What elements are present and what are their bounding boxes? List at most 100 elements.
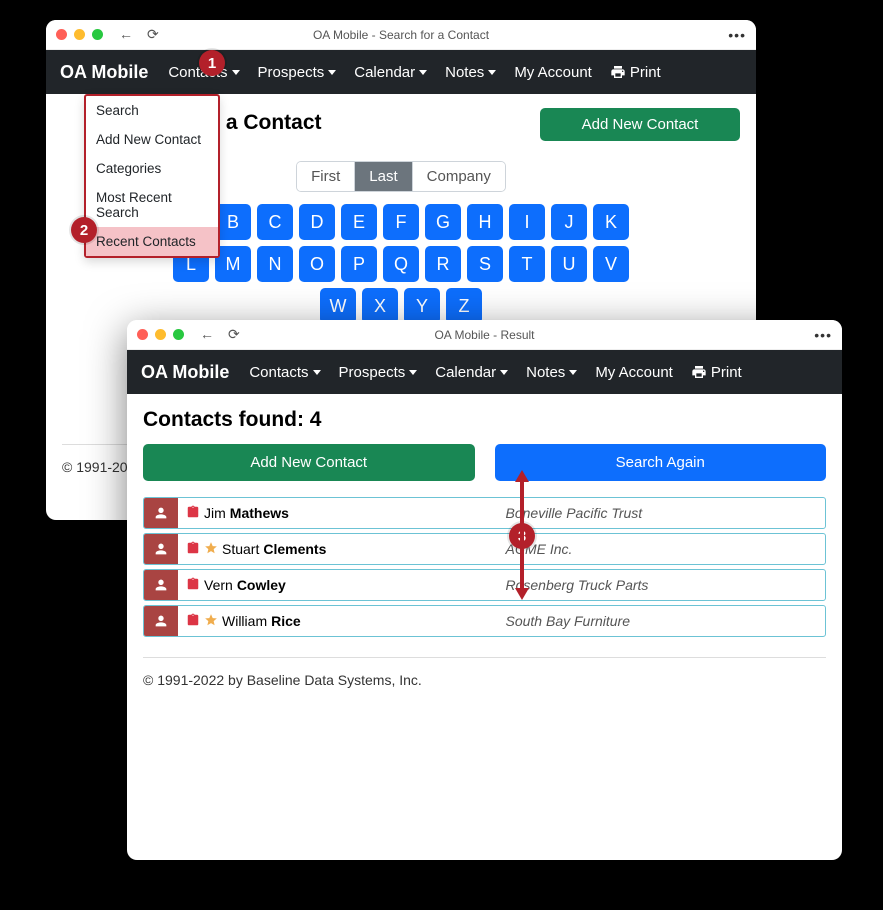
dropdown-categories[interactable]: Categories <box>86 154 218 183</box>
clipboard-icon <box>186 505 200 522</box>
back-icon[interactable]: ← <box>200 326 214 343</box>
alpha-y[interactable]: Y <box>404 288 440 324</box>
alpha-f[interactable]: F <box>383 204 419 240</box>
zoom-dot[interactable] <box>92 29 103 40</box>
clipboard-icon <box>186 541 200 558</box>
person-icon <box>144 498 178 528</box>
alpha-j[interactable]: J <box>551 204 587 240</box>
print-icon <box>691 364 707 380</box>
chevron-down-icon <box>500 370 508 375</box>
dropdown-search[interactable]: Search <box>86 96 218 125</box>
nav-notes[interactable]: Notes <box>520 360 583 385</box>
alpha-w[interactable]: W <box>320 288 356 324</box>
back-icon[interactable]: ← <box>119 26 133 43</box>
contact-name: Jim Mathews <box>178 498 506 528</box>
add-contact-button[interactable]: Add New Contact <box>143 444 475 481</box>
star-icon <box>204 613 218 630</box>
nav-calendar[interactable]: Calendar <box>348 60 433 85</box>
more-icon[interactable]: ••• <box>814 327 832 343</box>
chevron-down-icon <box>488 70 496 75</box>
chevron-down-icon <box>419 70 427 75</box>
alpha-m[interactable]: M <box>215 246 251 282</box>
alpha-k[interactable]: K <box>593 204 629 240</box>
dropdown-add-contact[interactable]: Add New Contact <box>86 125 218 154</box>
nav-prospects[interactable]: Prospects <box>252 60 343 85</box>
brand[interactable]: OA Mobile <box>141 362 229 383</box>
more-icon[interactable]: ••• <box>728 27 746 43</box>
scroll-arrow <box>512 470 532 600</box>
nav-print[interactable]: Print <box>604 60 667 85</box>
alpha-v[interactable]: V <box>593 246 629 282</box>
alpha-b[interactable]: B <box>215 204 251 240</box>
alpha-c[interactable]: C <box>257 204 293 240</box>
alpha-d[interactable]: D <box>299 204 335 240</box>
results-list: Jim MathewsBoneville Pacific TrustStuart… <box>143 497 826 637</box>
minimize-dot[interactable] <box>74 29 85 40</box>
contact-row[interactable]: Vern CowleyRosenberg Truck Parts <box>143 569 826 601</box>
navbar: OA Mobile Contacts Prospects Calendar No… <box>127 350 842 394</box>
segment-control: First Last Company <box>296 161 506 192</box>
star-icon <box>204 541 218 558</box>
chevron-down-icon <box>328 70 336 75</box>
alpha-t[interactable]: T <box>509 246 545 282</box>
reload-icon[interactable]: ⟳ <box>228 326 240 343</box>
alpha-s[interactable]: S <box>467 246 503 282</box>
close-dot[interactable] <box>56 29 67 40</box>
chevron-down-icon <box>409 370 417 375</box>
contact-row[interactable]: Stuart ClementsACME Inc. <box>143 533 826 565</box>
contact-company: South Bay Furniture <box>506 606 826 636</box>
alpha-o[interactable]: O <box>299 246 335 282</box>
segment-first[interactable]: First <box>297 162 355 191</box>
alpha-h[interactable]: H <box>467 204 503 240</box>
alpha-e[interactable]: E <box>341 204 377 240</box>
reload-icon[interactable]: ⟳ <box>147 26 159 43</box>
nav-notes[interactable]: Notes <box>439 60 502 85</box>
results-heading: Contacts found: 4 <box>143 408 826 432</box>
close-dot[interactable] <box>137 329 148 340</box>
contact-name: William Rice <box>178 606 506 636</box>
callout-2: 2 <box>71 217 97 243</box>
person-icon <box>144 606 178 636</box>
brand[interactable]: OA Mobile <box>60 62 148 83</box>
alpha-r[interactable]: R <box>425 246 461 282</box>
chevron-down-icon <box>313 370 321 375</box>
person-icon <box>144 534 178 564</box>
nav-contacts[interactable]: Contacts <box>243 360 326 385</box>
dropdown-recent-contacts[interactable]: Recent Contacts <box>86 227 218 256</box>
window-controls <box>137 329 184 340</box>
alpha-i[interactable]: I <box>509 204 545 240</box>
alpha-x[interactable]: X <box>362 288 398 324</box>
alpha-g[interactable]: G <box>425 204 461 240</box>
minimize-dot[interactable] <box>155 329 166 340</box>
chevron-down-icon <box>569 370 577 375</box>
search-again-button[interactable]: Search Again <box>495 444 827 481</box>
contact-company: ACME Inc. <box>506 534 826 564</box>
alpha-u[interactable]: U <box>551 246 587 282</box>
alpha-n[interactable]: N <box>257 246 293 282</box>
window-controls <box>56 29 103 40</box>
contact-name: Vern Cowley <box>178 570 506 600</box>
segment-company[interactable]: Company <box>413 162 505 191</box>
nav-account[interactable]: My Account <box>508 60 598 85</box>
add-contact-button[interactable]: Add New Contact <box>540 108 740 141</box>
alpha-p[interactable]: P <box>341 246 377 282</box>
contact-company: Rosenberg Truck Parts <box>506 570 826 600</box>
clipboard-icon <box>186 577 200 594</box>
nav-prospects[interactable]: Prospects <box>333 360 424 385</box>
alpha-q[interactable]: Q <box>383 246 419 282</box>
contact-name: Stuart Clements <box>178 534 506 564</box>
alpha-z[interactable]: Z <box>446 288 482 324</box>
nav-print[interactable]: Print <box>685 360 748 385</box>
contact-row[interactable]: Jim MathewsBoneville Pacific Trust <box>143 497 826 529</box>
nav-account[interactable]: My Account <box>589 360 679 385</box>
titlebar: ← ⟳ OA Mobile - Result ••• <box>127 320 842 350</box>
print-icon <box>610 64 626 80</box>
chevron-down-icon <box>232 70 240 75</box>
dropdown-most-recent-search[interactable]: Most Recent Search <box>86 183 218 227</box>
zoom-dot[interactable] <box>173 329 184 340</box>
contact-row[interactable]: William RiceSouth Bay Furniture <box>143 605 826 637</box>
nav-calendar[interactable]: Calendar <box>429 360 514 385</box>
navbar: OA Mobile Contacts Prospects Calendar No… <box>46 50 756 94</box>
segment-last[interactable]: Last <box>355 162 412 191</box>
contact-company: Boneville Pacific Trust <box>506 498 826 528</box>
